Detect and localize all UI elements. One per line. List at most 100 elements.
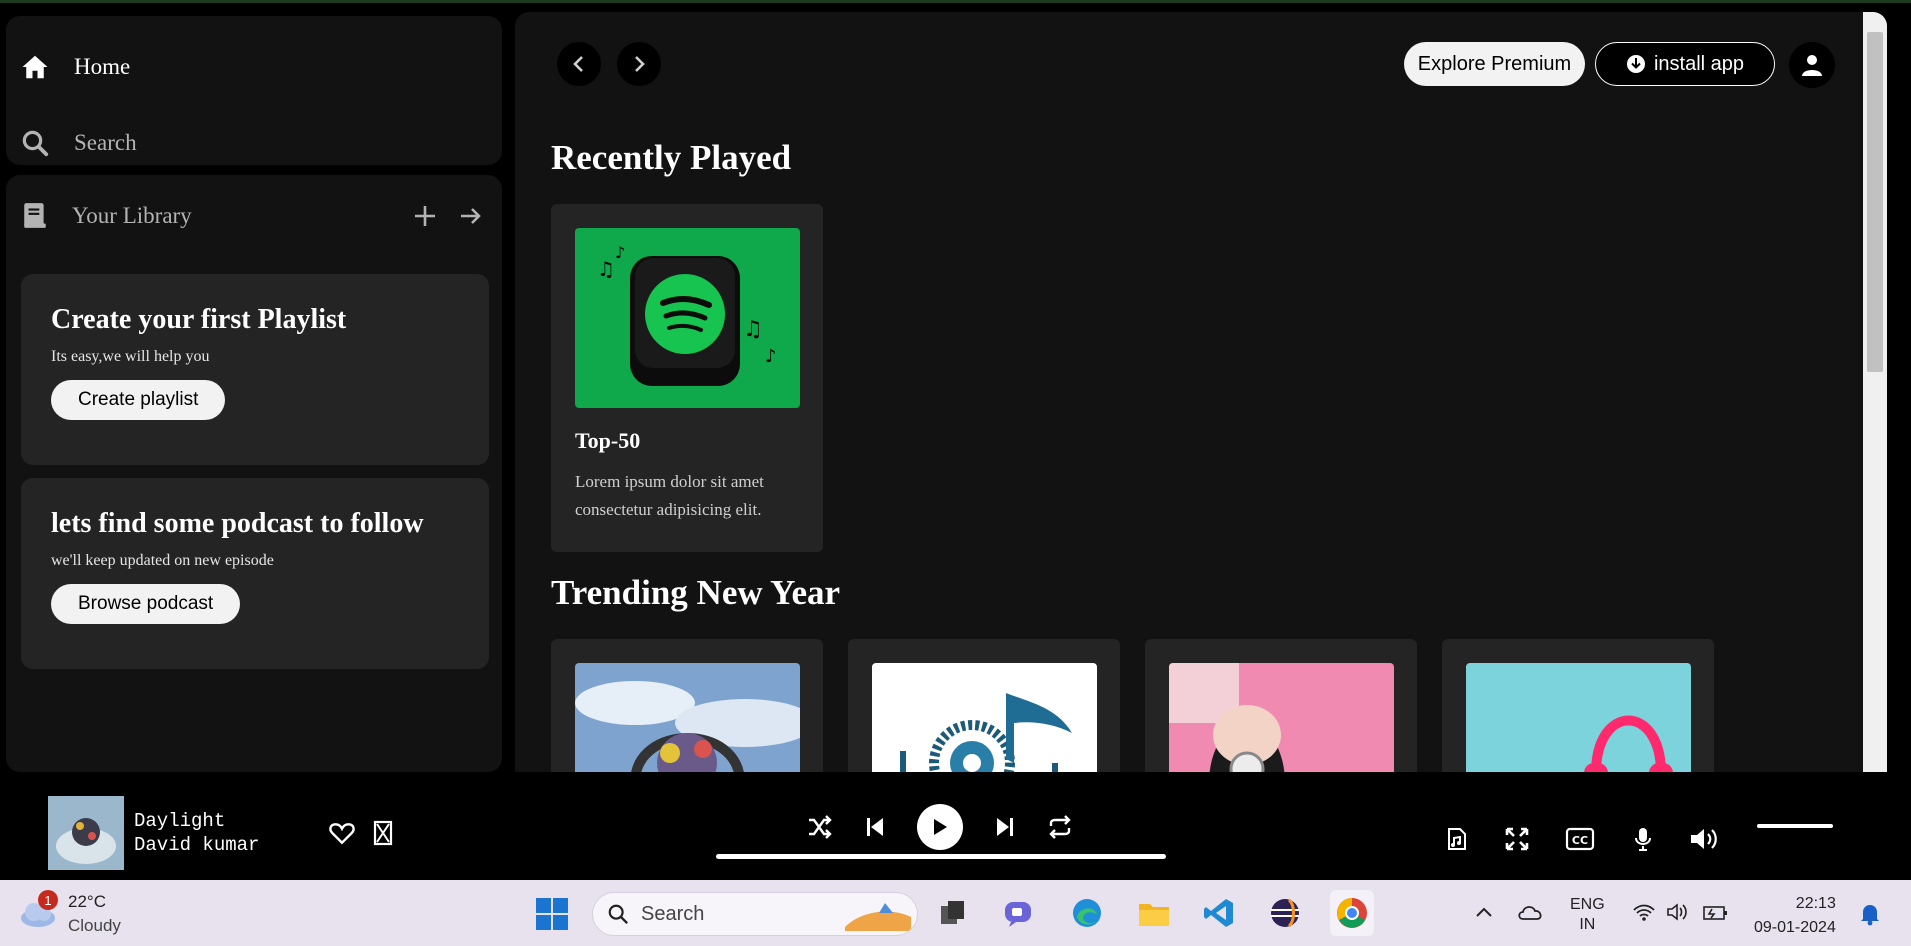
arrow-right-icon[interactable] <box>456 201 486 231</box>
taskbar-search[interactable]: Search <box>592 892 918 936</box>
weather-widget[interactable]: 1 <box>18 890 58 930</box>
os-taskbar: 1 22°C Cloudy Search ENG IN 22:13 09-01-… <box>0 880 1911 946</box>
install-app-label: install app <box>1653 52 1745 75</box>
edge-browser-icon[interactable] <box>1070 896 1104 930</box>
trending-card[interactable] <box>551 639 823 772</box>
playlist-card[interactable]: ♫ ♪ ♫ ♪ Top-50 Lorem ipsum dolor sit ame… <box>551 204 823 552</box>
heart-icon[interactable] <box>327 818 357 848</box>
library-panel: Your Library Create your first Playlist … <box>6 175 502 772</box>
create-playlist-card: Create your first Playlist Its easy,we w… <box>21 274 489 465</box>
create-playlist-button[interactable]: Create playlist <box>51 380 226 420</box>
nav-panel: Home Search <box>6 16 502 165</box>
trending-card[interactable] <box>1145 639 1417 772</box>
battery-icon[interactable] <box>1700 900 1730 924</box>
microphone-icon[interactable] <box>1630 824 1656 854</box>
play-button[interactable] <box>917 804 963 850</box>
search-icon <box>22 130 49 157</box>
teams-chat-icon[interactable] <box>1002 896 1036 930</box>
forward-button[interactable] <box>617 42 661 86</box>
task-view-icon[interactable] <box>936 896 970 930</box>
language-indicator[interactable]: ENG IN <box>1570 895 1605 935</box>
podcast-subtitle: we'll keep updated on new episode <box>51 552 274 569</box>
svg-text:♫: ♫ <box>597 257 615 281</box>
svg-text:♪: ♪ <box>615 243 625 262</box>
shuffle-icon[interactable] <box>805 812 835 842</box>
svg-text:♪: ♪ <box>765 346 777 367</box>
playlist-card-title: Top-50 <box>575 428 641 453</box>
home-icon <box>22 55 48 79</box>
clock-date: 09-01-2024 <box>1754 919 1836 936</box>
scrollbar[interactable] <box>1863 12 1887 772</box>
nav-home-label: Home <box>74 54 131 79</box>
picture-in-picture-icon[interactable] <box>370 818 396 848</box>
search-icon <box>608 904 629 925</box>
browse-podcast-card: lets find some podcast to follow we'll k… <box>21 478 489 669</box>
taskbar-search-placeholder: Search <box>641 902 705 925</box>
lyrics-icon[interactable] <box>1444 824 1470 854</box>
trending-cover-pink-headphones <box>1466 663 1691 772</box>
add-icon[interactable] <box>410 201 440 231</box>
download-icon <box>1626 55 1645 73</box>
player-bar: Daylight David kumar CC <box>0 772 1911 880</box>
clock-time: 22:13 <box>1795 895 1836 912</box>
now-playing-cover <box>48 796 124 870</box>
playback-progress-bar[interactable] <box>716 854 1166 859</box>
install-app-button[interactable]: install app <box>1595 42 1775 86</box>
recently-played-title: Recently Played <box>551 138 792 177</box>
trending-card[interactable] <box>848 639 1120 772</box>
playlist-card-description: Lorem ipsum dolor sit amet consectetur a… <box>575 472 764 519</box>
captions-icon[interactable]: CC <box>1564 824 1596 854</box>
system-clock[interactable]: 22:13 09-01-2024 <box>1754 892 1836 940</box>
explore-premium-button[interactable]: Explore Premium <box>1404 42 1585 86</box>
weather-badge: 1 <box>38 890 58 910</box>
svg-text:CC: CC <box>1572 834 1588 847</box>
onedrive-icon[interactable] <box>1516 900 1546 924</box>
nav-search[interactable]: Search <box>20 128 137 158</box>
chevron-right-icon <box>635 56 645 72</box>
language-line1: ENG <box>1570 896 1605 913</box>
repeat-icon[interactable] <box>1045 812 1075 842</box>
trending-cover-girl-headphones <box>1169 663 1394 772</box>
vscode-icon[interactable] <box>1202 896 1236 930</box>
chevron-left-icon <box>573 56 583 72</box>
create-playlist-subtitle: Its easy,we will help you <box>51 348 210 365</box>
next-track-icon[interactable] <box>990 812 1020 842</box>
trending-card[interactable] <box>1442 639 1714 772</box>
chevron-up-icon[interactable] <box>1472 900 1496 924</box>
language-line2: IN <box>1579 916 1596 933</box>
svg-text:♫: ♫ <box>743 317 763 342</box>
library-header: Your Library <box>22 201 486 231</box>
previous-track-icon[interactable] <box>860 812 890 842</box>
nav-search-label: Search <box>74 130 137 155</box>
windows-start-icon[interactable] <box>534 896 570 932</box>
now-playing-title: Daylight <box>134 810 226 832</box>
library-icon <box>24 203 46 228</box>
trending-cover-music-note <box>872 663 1097 772</box>
weather-temperature: 22°C <box>68 892 106 911</box>
chrome-icon[interactable] <box>1330 890 1374 936</box>
podcast-title: lets find some podcast to follow <box>51 508 424 539</box>
trending-title: Trending New Year <box>551 573 841 612</box>
main-content: Explore Premium install app Recently Pla… <box>515 12 1887 772</box>
search-highlight-icon <box>845 903 911 931</box>
trending-cover-headphones-sky <box>575 663 800 772</box>
notification-bell-icon[interactable] <box>1856 900 1884 928</box>
create-playlist-title: Create your first Playlist <box>51 304 347 335</box>
user-icon <box>1802 55 1822 76</box>
scrollbar-thumb[interactable] <box>1867 32 1883 372</box>
browse-podcast-button[interactable]: Browse podcast <box>51 584 241 624</box>
now-playing-artist: David kumar <box>134 834 260 856</box>
back-button[interactable] <box>557 42 601 86</box>
fullscreen-icon[interactable] <box>1502 824 1532 854</box>
playlist-cover: ♫ ♪ ♫ ♪ <box>575 228 800 408</box>
file-explorer-icon[interactable] <box>1136 896 1172 930</box>
eclipse-icon[interactable] <box>1268 896 1302 930</box>
profile-button[interactable] <box>1789 42 1835 88</box>
volume-slider[interactable] <box>1757 824 1833 828</box>
weather-description: Cloudy <box>68 916 121 935</box>
wifi-icon[interactable] <box>1630 900 1658 924</box>
nav-home[interactable]: Home <box>20 52 130 82</box>
speaker-icon[interactable] <box>1664 900 1692 924</box>
volume-icon[interactable] <box>1688 824 1722 854</box>
library-label[interactable]: Your Library <box>72 203 394 229</box>
